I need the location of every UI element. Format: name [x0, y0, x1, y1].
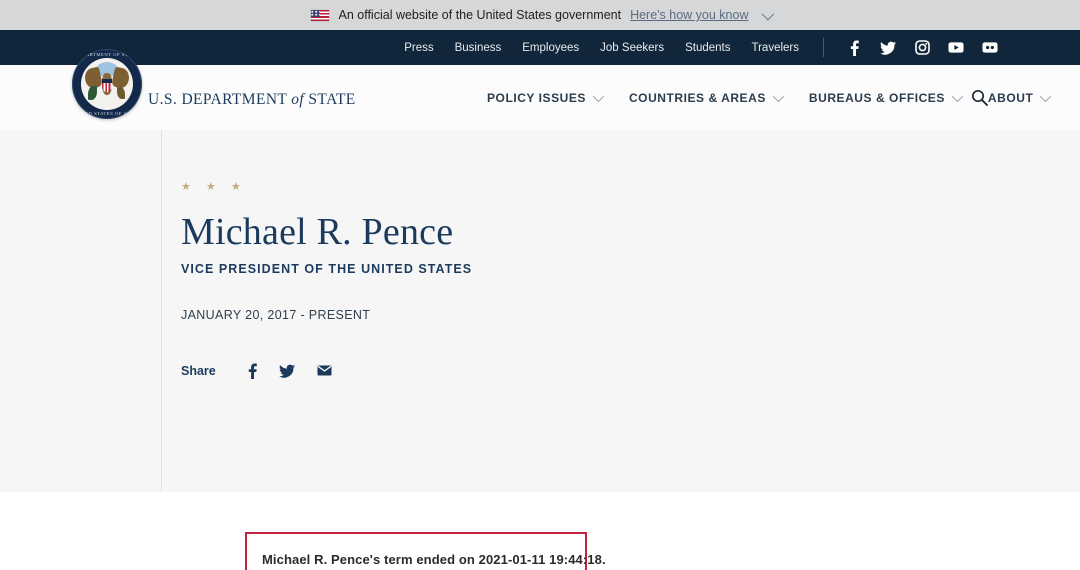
youtube-icon[interactable]	[948, 40, 964, 56]
us-flag-icon: ★★★★★★★★	[309, 8, 330, 22]
nav-item-about[interactable]: ABOUT	[987, 90, 1052, 105]
utility-divider	[823, 38, 824, 57]
term-ended-text: Michael R. Pence's term ended on 2021-01…	[262, 552, 606, 567]
hero-content: ★ ★ ★ Michael R. Pence VICE PRESIDENT OF…	[181, 180, 472, 379]
utility-link-students[interactable]: Students	[685, 42, 730, 54]
nav-label: BUREAUS & OFFICES	[808, 90, 945, 105]
banner-text: An official website of the United States…	[338, 8, 622, 22]
term-ended-notice: Michael R. Pence's term ended on 2021-01…	[245, 532, 606, 570]
facebook-share-icon[interactable]	[248, 363, 257, 379]
utility-link-job-seekers[interactable]: Job Seekers	[600, 42, 664, 54]
message-area: Michael R. Pence's term ended on 2021-01…	[0, 492, 1080, 570]
brand-logo[interactable]: DEPARTMENT OF STATE UNITED STATES OF AME…	[72, 49, 356, 119]
person-term-dates: JANUARY 20, 2017 - PRESENT	[181, 307, 371, 322]
three-stars-decoration: ★ ★ ★	[181, 181, 247, 193]
utility-nav-links: Press Business Employees Job Seekers Stu…	[404, 42, 799, 54]
masthead: DEPARTMENT OF STATE UNITED STATES OF AME…	[0, 49, 1080, 130]
utility-link-employees[interactable]: Employees	[522, 42, 579, 54]
social-links	[846, 40, 998, 56]
nav-item-bureaus-offices[interactable]: BUREAUS & OFFICES	[808, 90, 963, 105]
nav-item-policy-issues[interactable]: POLICY ISSUES	[487, 90, 605, 105]
seal-caption-top: DEPARTMENT OF STATE	[75, 52, 139, 57]
twitter-icon[interactable]	[880, 40, 896, 56]
utility-link-press[interactable]: Press	[404, 42, 433, 54]
utility-link-travelers[interactable]: Travelers	[752, 42, 800, 54]
seal-arrows	[117, 87, 125, 99]
dept-name-of: of	[291, 91, 305, 108]
chevron-down-icon	[951, 90, 963, 102]
chevron-down-icon	[592, 90, 605, 102]
flag-canton: ★★★★★★★★	[310, 9, 320, 17]
seal-inner-disc	[81, 58, 133, 110]
twitter-share-icon[interactable]	[278, 364, 295, 378]
dept-name-suffix: STATE	[304, 91, 356, 108]
nav-label: POLICY ISSUES	[487, 90, 586, 105]
hero-section: ★ ★ ★ Michael R. Pence VICE PRESIDENT OF…	[0, 130, 1080, 492]
share-label: Share	[181, 363, 216, 378]
instagram-icon[interactable]	[914, 40, 930, 56]
department-of-state-seal: DEPARTMENT OF STATE UNITED STATES OF AME…	[72, 49, 142, 119]
nav-label: COUNTRIES & AREAS	[628, 90, 766, 105]
seal-shield	[102, 79, 112, 92]
department-name: U.S. DEPARTMENT of STATE	[148, 91, 356, 109]
hero-vertical-divider	[161, 130, 162, 492]
heres-how-you-know-link[interactable]: Here's how you know	[630, 8, 748, 22]
search-icon[interactable]	[971, 89, 988, 111]
seal-eagle-wing-right	[111, 66, 131, 90]
nav-item-countries-areas[interactable]: COUNTRIES & AREAS	[628, 90, 784, 105]
seal-caption-bottom: UNITED STATES OF AMERICA	[72, 111, 142, 116]
page-title: Michael R. Pence	[181, 211, 454, 253]
official-government-banner: ★★★★★★★★ An official website of the Unit…	[0, 0, 1080, 30]
email-share-icon[interactable]	[317, 365, 332, 376]
share-row: Share	[181, 363, 472, 379]
flickr-icon[interactable]	[982, 40, 998, 56]
chevron-down-icon	[772, 90, 784, 102]
utility-link-business[interactable]: Business	[455, 42, 502, 54]
dept-name-prefix: U.S. DEPARTMENT	[148, 91, 292, 108]
facebook-icon[interactable]	[846, 40, 862, 56]
person-role: VICE PRESIDENT OF THE UNITED STATES	[181, 261, 473, 276]
seal-olive-branch	[88, 86, 97, 100]
nav-label: ABOUT	[987, 90, 1034, 105]
chevron-down-icon[interactable]	[761, 7, 774, 20]
chevron-down-icon	[1040, 90, 1052, 102]
